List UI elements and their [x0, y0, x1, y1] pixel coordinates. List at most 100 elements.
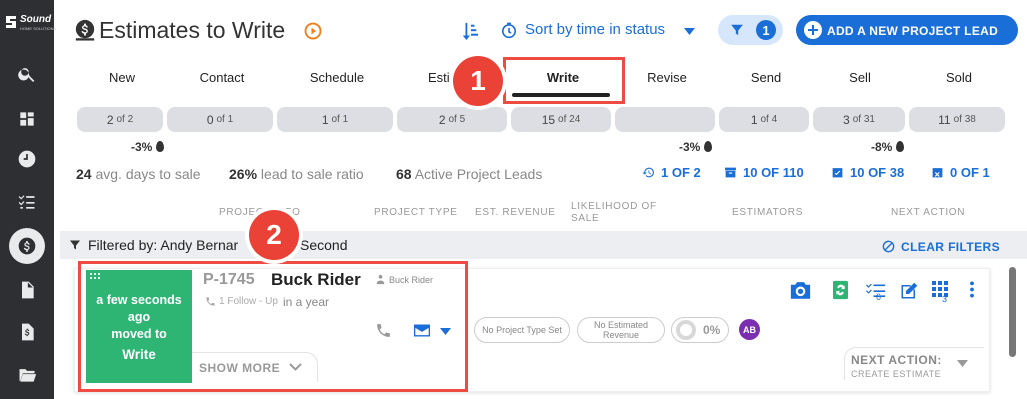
sort-dropdown[interactable]: Sort by time in status	[525, 21, 665, 38]
sidebar-checklist-icon[interactable]	[9, 184, 45, 220]
scrollbar-thumb[interactable]	[1009, 267, 1016, 357]
grid-count: 3	[942, 294, 948, 304]
add-project-lead-button[interactable]: ADD A NEW PROJECT LEAD	[796, 15, 1018, 45]
sidebar-document-icon[interactable]	[9, 272, 45, 308]
bar-value: 1	[321, 112, 329, 127]
tab-send[interactable]: Send	[751, 70, 781, 85]
stage-bar-send[interactable]: 1 of 4	[719, 107, 809, 132]
calendar-check-icon	[832, 168, 843, 178]
clear-filters-label: CLEAR FILTERS	[901, 240, 1000, 254]
percent-value: -3%	[131, 140, 153, 154]
history-icon	[642, 167, 654, 178]
camera-icon[interactable]	[790, 281, 811, 299]
stage-bar-schedule[interactable]: 1 of 1	[277, 107, 393, 132]
next-action-dropdown[interactable]: NEXT ACTION: CREATE ESTIMATE	[844, 347, 984, 380]
play-circle-icon[interactable]	[304, 22, 322, 40]
page-title: Estimates to Write	[99, 17, 286, 43]
bar-total: of 31	[852, 114, 875, 125]
percent-value: -8%	[871, 140, 893, 154]
column-next-action[interactable]: NEXT ACTION	[891, 207, 965, 219]
stage-bar-write[interactable]: 15 of 24	[511, 107, 611, 132]
callout-highlight-card	[78, 261, 468, 392]
column-likelihood[interactable]: LIKELIHOOD OF SALE	[571, 201, 671, 225]
stage-bar-sell[interactable]: 3 of 31	[813, 107, 905, 132]
sort-order-icon[interactable]	[461, 21, 479, 41]
column-estimators[interactable]: ESTIMATORS	[732, 207, 803, 219]
avatar[interactable]: AB	[739, 319, 760, 340]
checked-count: 10 OF 38	[850, 165, 905, 180]
sidebar-search-icon[interactable]	[9, 56, 45, 92]
archive-count: 10 OF 110	[743, 165, 804, 180]
filter-bar: Filtered by: Andy Bernar Second CLEAR FI…	[60, 231, 1027, 259]
droplet-icon	[156, 141, 165, 152]
bar-total: of 5	[448, 114, 466, 125]
likelihood-value: 0%	[703, 323, 721, 337]
active-leads-value: 68	[396, 166, 412, 182]
callout-highlight-write-tab	[503, 57, 625, 104]
likelihood-ring	[676, 320, 696, 340]
timer-icon	[501, 22, 517, 39]
bar-total: of 38	[953, 114, 976, 125]
sidebar-folder-icon[interactable]	[9, 357, 45, 393]
avg-days-value: 24	[76, 166, 92, 182]
sidebar: Sound HOME SOLUTIONS	[0, 0, 56, 399]
edit-icon[interactable]	[900, 282, 918, 300]
estimated-revenue-chip[interactable]: No Estimated Revenue	[577, 317, 665, 343]
history-counter[interactable]: 1 OF 2	[642, 165, 701, 180]
column-project-type[interactable]: PROJECT TYPE	[374, 207, 458, 219]
bar-value: 1	[750, 112, 758, 127]
stage-bar-revise[interactable]	[615, 107, 715, 132]
logo-subtext: HOME SOLUTIONS	[20, 26, 57, 31]
chevron-down-icon	[684, 28, 695, 35]
tab-sell[interactable]: Sell	[849, 70, 871, 85]
sidebar-dashboard-icon[interactable]	[9, 101, 45, 137]
more-vert-icon[interactable]	[969, 281, 975, 298]
stage-bar-sold[interactable]: 11 of 38	[909, 107, 1005, 132]
archive-box-icon	[725, 167, 736, 178]
filter-button[interactable]: 1	[718, 15, 783, 45]
bar-total: of 1	[331, 114, 349, 125]
callout-badge-2: 2	[249, 210, 299, 260]
checklist-count: 6	[876, 292, 882, 302]
tab-new[interactable]: New	[109, 70, 135, 85]
avg-days-label: avg. days to sale	[95, 166, 201, 182]
tab-estimate[interactable]: Esti	[428, 70, 450, 85]
sidebar-estimate-dollar-icon[interactable]	[9, 228, 45, 264]
bar-total: of 2	[116, 114, 134, 125]
calendar-x-icon	[932, 168, 943, 178]
callout-badge-1: 1	[453, 56, 503, 106]
stage-bar-estimate[interactable]: 2 of 5	[397, 107, 507, 132]
tab-contact[interactable]: Contact	[200, 70, 245, 85]
bar-value: 2	[106, 112, 114, 127]
conversion-percent: -3%	[131, 140, 165, 154]
likelihood-chip[interactable]: 0%	[671, 317, 729, 343]
tab-sold[interactable]: Sold	[946, 70, 972, 85]
sync-document-icon[interactable]	[832, 280, 849, 300]
sidebar-clock-icon[interactable]	[9, 141, 45, 177]
history-count: 1 OF 2	[661, 165, 701, 180]
bar-value: 11	[938, 112, 951, 127]
next-action-value: CREATE ESTIMATE	[851, 369, 942, 379]
archive-counter[interactable]: 10 OF 110	[724, 165, 804, 180]
logo-text: Sound	[20, 14, 52, 25]
percent-value: -3%	[679, 140, 701, 154]
logo[interactable]: Sound HOME SOLUTIONS	[4, 12, 56, 48]
stage-bar-contact[interactable]: 0 of 1	[167, 107, 273, 132]
cancelled-counter[interactable]: 0 OF 1	[931, 165, 990, 180]
checked-counter[interactable]: 10 OF 38	[831, 165, 904, 180]
no-filter-icon	[882, 240, 895, 253]
tab-schedule[interactable]: Schedule	[310, 70, 364, 85]
bar-value: 3	[843, 112, 850, 127]
cancelled-count: 0 OF 1	[950, 165, 990, 180]
stage-bar-new[interactable]: 2 of 2	[77, 107, 163, 132]
clear-filters-button[interactable]: CLEAR FILTERS	[882, 238, 1000, 256]
column-est-revenue[interactable]: EST. REVENUE	[475, 207, 556, 219]
filter-count-badge: 1	[756, 20, 776, 40]
tab-revise[interactable]: Revise	[647, 70, 687, 85]
active-leads-label: Active Project Leads	[414, 166, 543, 182]
project-type-chip[interactable]: No Project Type Set	[474, 317, 570, 343]
funnel-icon	[70, 240, 80, 250]
filter-text: Filtered by: Andy Bernar	[88, 237, 239, 253]
lead-ratio-stat: 26% lead to sale ratio	[229, 166, 364, 182]
sidebar-invoice-dollar-icon[interactable]	[9, 314, 45, 350]
